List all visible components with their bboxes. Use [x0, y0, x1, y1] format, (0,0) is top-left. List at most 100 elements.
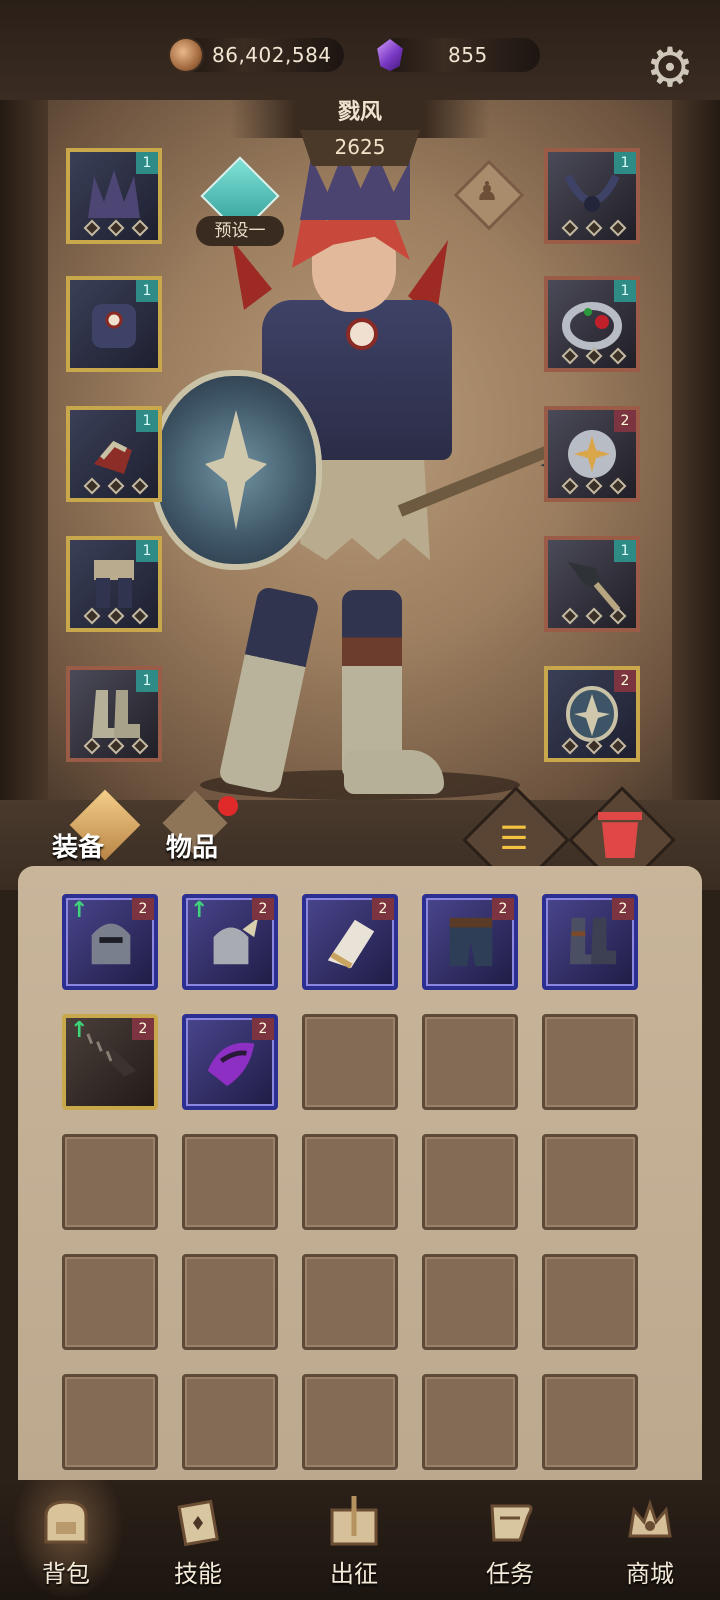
spear-icon — [568, 562, 621, 612]
nav-quests[interactable]: 任务 — [450, 1488, 570, 1600]
gold-counter[interactable]: 86,402,584 — [170, 38, 344, 72]
slot-amulet[interactable]: 2 — [544, 406, 640, 502]
gold-amount: 86,402,584 — [212, 43, 332, 67]
inventory-empty-slot[interactable] — [182, 1254, 278, 1350]
winged-helmet-icon — [213, 917, 259, 965]
inventory-empty-slot[interactable] — [422, 1014, 518, 1110]
socket-dots — [561, 737, 627, 756]
upgrade-arrow-icon: ↑ — [190, 898, 209, 923]
inventory-empty-slot[interactable] — [302, 1014, 398, 1110]
gem-counter[interactable]: 855 — [377, 38, 540, 72]
preset-label[interactable]: 预设一 — [196, 216, 284, 246]
inventory-empty-slot[interactable] — [422, 1134, 518, 1230]
nav-shop-label: 商城 — [626, 1560, 674, 1588]
socket-dots — [83, 607, 149, 626]
greaves-icon — [569, 917, 617, 965]
hero-boot — [344, 750, 444, 794]
item-level: 2 — [132, 1018, 154, 1040]
inventory-empty-slot[interactable] — [302, 1134, 398, 1230]
inventory-empty-slot[interactable] — [542, 1014, 638, 1110]
coin-icon — [170, 39, 202, 71]
helmet-icon — [91, 923, 131, 965]
pants-icon — [449, 917, 493, 967]
slot-tag: 2 — [614, 410, 636, 432]
inventory-empty-slot[interactable] — [422, 1374, 518, 1470]
leg-armor-icon — [94, 560, 134, 608]
slot-gloves[interactable]: 1 — [66, 406, 162, 502]
inventory-empty-slot[interactable] — [182, 1134, 278, 1230]
inventory-item[interactable]: 2 — [422, 894, 518, 990]
slot-tag: 2 — [614, 670, 636, 692]
inventory-item[interactable]: ↑ 2 — [182, 894, 278, 990]
person-icon: ♟ — [475, 177, 499, 207]
slot-tag: 1 — [136, 410, 158, 432]
slot-tag: 1 — [136, 152, 158, 174]
slot-legs[interactable]: 1 — [66, 536, 162, 632]
crown-helmet-icon — [88, 170, 140, 218]
left-frame — [0, 100, 48, 820]
bracer-icon — [327, 919, 375, 969]
item-level: 2 — [132, 898, 154, 920]
purple-claw-icon — [207, 1042, 255, 1087]
slot-tag: 1 — [614, 540, 636, 562]
inventory-empty-slot[interactable] — [542, 1134, 638, 1230]
slot-tag: 1 — [136, 280, 158, 302]
right-frame — [672, 100, 720, 820]
settings-gear-icon[interactable]: ⚙ — [642, 40, 698, 96]
inventory-item[interactable]: ↑ 2 — [62, 1014, 158, 1110]
nav-skills-label: 技能 — [174, 1560, 222, 1588]
slot-offhand[interactable]: 2 — [544, 666, 640, 762]
item-level: 2 — [252, 1018, 274, 1040]
socket-dots — [561, 347, 627, 366]
inventory-item[interactable]: 2 — [302, 894, 398, 990]
inventory-empty-slot[interactable] — [62, 1134, 158, 1230]
inventory-empty-slot[interactable] — [302, 1254, 398, 1350]
spiked-club-icon — [86, 1033, 137, 1077]
inventory-empty-slot[interactable] — [542, 1374, 638, 1470]
slot-tag: 1 — [614, 152, 636, 174]
nav-backpack-label: 背包 — [42, 1560, 90, 1588]
nav-backpack[interactable]: 背包 — [6, 1488, 126, 1600]
inventory-item[interactable]: 2 — [182, 1014, 278, 1110]
item-level: 2 — [252, 898, 274, 920]
nav-quests-label: 任务 — [486, 1560, 534, 1588]
socket-dots — [561, 477, 627, 496]
shop-crown-icon — [628, 1499, 672, 1538]
sort-icon: ☰ — [499, 819, 529, 857]
slot-helmet[interactable]: 1 — [66, 148, 162, 244]
slot-tag: 1 — [136, 540, 158, 562]
inventory-item[interactable]: ↑ 2 — [62, 894, 158, 990]
inventory-empty-slot[interactable] — [302, 1374, 398, 1470]
slot-boots[interactable]: 1 — [66, 666, 162, 762]
socket-dots — [83, 477, 149, 496]
hero-chest-eye — [346, 318, 378, 350]
gem-amount: 855 — [448, 43, 488, 67]
upgrade-arrow-icon: ↑ — [70, 1018, 89, 1043]
item-level: 2 — [492, 898, 514, 920]
notification-dot — [218, 796, 238, 816]
hero-power: 2625 — [300, 130, 420, 166]
socket-dots — [561, 219, 627, 238]
inventory-item[interactable]: 2 — [542, 894, 638, 990]
chest-armor-icon — [92, 304, 136, 348]
nav-battle[interactable]: 出征 — [294, 1488, 414, 1600]
slot-weapon[interactable]: 1 — [544, 536, 640, 632]
inventory-empty-slot[interactable] — [62, 1374, 158, 1470]
slot-chest[interactable]: 1 — [66, 276, 162, 372]
socket-dots — [83, 219, 149, 238]
nav-skills[interactable]: 技能 — [138, 1488, 258, 1600]
nav-shop[interactable]: 商城 — [590, 1488, 710, 1600]
inventory-empty-slot[interactable] — [542, 1254, 638, 1350]
trash-lid — [598, 812, 642, 820]
backpack-icon — [44, 1500, 88, 1544]
battle-map-icon — [330, 1496, 378, 1546]
ring-icon — [562, 302, 622, 350]
nav-battle-label: 出征 — [330, 1560, 378, 1588]
inventory-empty-slot[interactable] — [62, 1254, 158, 1350]
inventory-empty-slot[interactable] — [422, 1254, 518, 1350]
slot-ring[interactable]: 1 — [544, 276, 640, 372]
slot-tag: 1 — [136, 670, 158, 692]
slot-necklace[interactable]: 1 — [544, 148, 640, 244]
item-level: 2 — [612, 898, 634, 920]
inventory-empty-slot[interactable] — [182, 1374, 278, 1470]
